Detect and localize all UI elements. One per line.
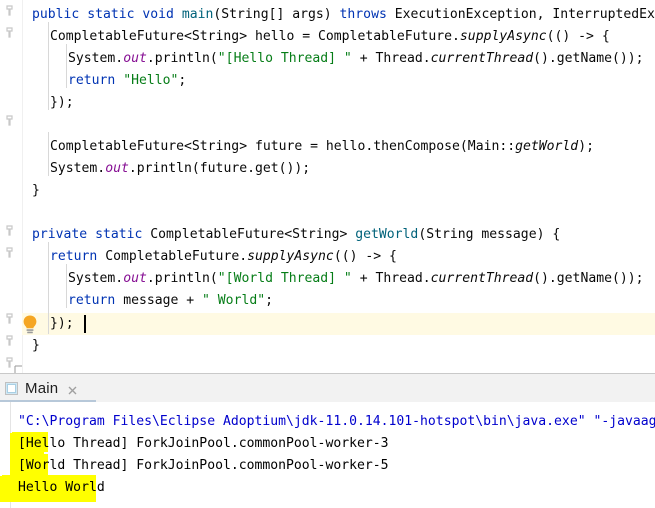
console-output[interactable]: "C:\Program Files\Eclipse Adoptium\jdk-1… — [0, 402, 655, 508]
splitter-handle-icon[interactable] — [14, 365, 23, 374]
code-line[interactable]: return CompletableFuture.supplyAsync(() … — [0, 246, 655, 268]
code-line[interactable] — [0, 114, 655, 136]
console-line: Hello World — [18, 480, 105, 495]
run-tool-window[interactable]: Main "C:\Program Files\Eclipse Adoptium\… — [0, 374, 655, 508]
run-configuration-icon — [4, 381, 19, 396]
console-line: [World Thread] ForkJoinPool.commonPool-w… — [18, 458, 389, 473]
code-line[interactable]: }); — [0, 92, 655, 114]
tab-main[interactable]: Main — [0, 374, 89, 402]
code-editor[interactable]: public static void main(String[] args) t… — [0, 0, 655, 373]
code-line[interactable]: CompletableFuture<String> hello = Comple… — [0, 26, 655, 48]
code-line[interactable]: private static CompletableFuture<String>… — [0, 224, 655, 246]
code-line[interactable]: System.out.println(future.get()); — [0, 158, 655, 180]
code-line[interactable]: CompletableFuture<String> future = hello… — [0, 136, 655, 158]
code-line[interactable]: System.out.println("[World Thread] " + T… — [0, 268, 655, 290]
code-content[interactable]: public static void main(String[] args) t… — [0, 0, 655, 373]
code-line[interactable] — [0, 202, 655, 224]
console-line: [Hello Thread] ForkJoinPool.commonPool-w… — [18, 436, 389, 451]
code-line[interactable]: System.out.println("[Hello Thread] " + T… — [0, 48, 655, 70]
code-line[interactable]: } — [0, 180, 655, 202]
code-line[interactable]: } — [0, 335, 655, 357]
tab-main-label: Main — [25, 379, 59, 397]
code-line[interactable]: return "Hello"; — [0, 70, 655, 92]
code-line[interactable]: public static void main(String[] args) t… — [0, 4, 655, 26]
close-icon[interactable] — [66, 382, 79, 395]
run-tab-bar[interactable]: Main — [0, 374, 655, 402]
code-line[interactable]: }); — [0, 313, 655, 335]
code-line[interactable]: return message + " World"; — [0, 290, 655, 312]
console-line: "C:\Program Files\Eclipse Adoptium\jdk-1… — [18, 414, 655, 429]
